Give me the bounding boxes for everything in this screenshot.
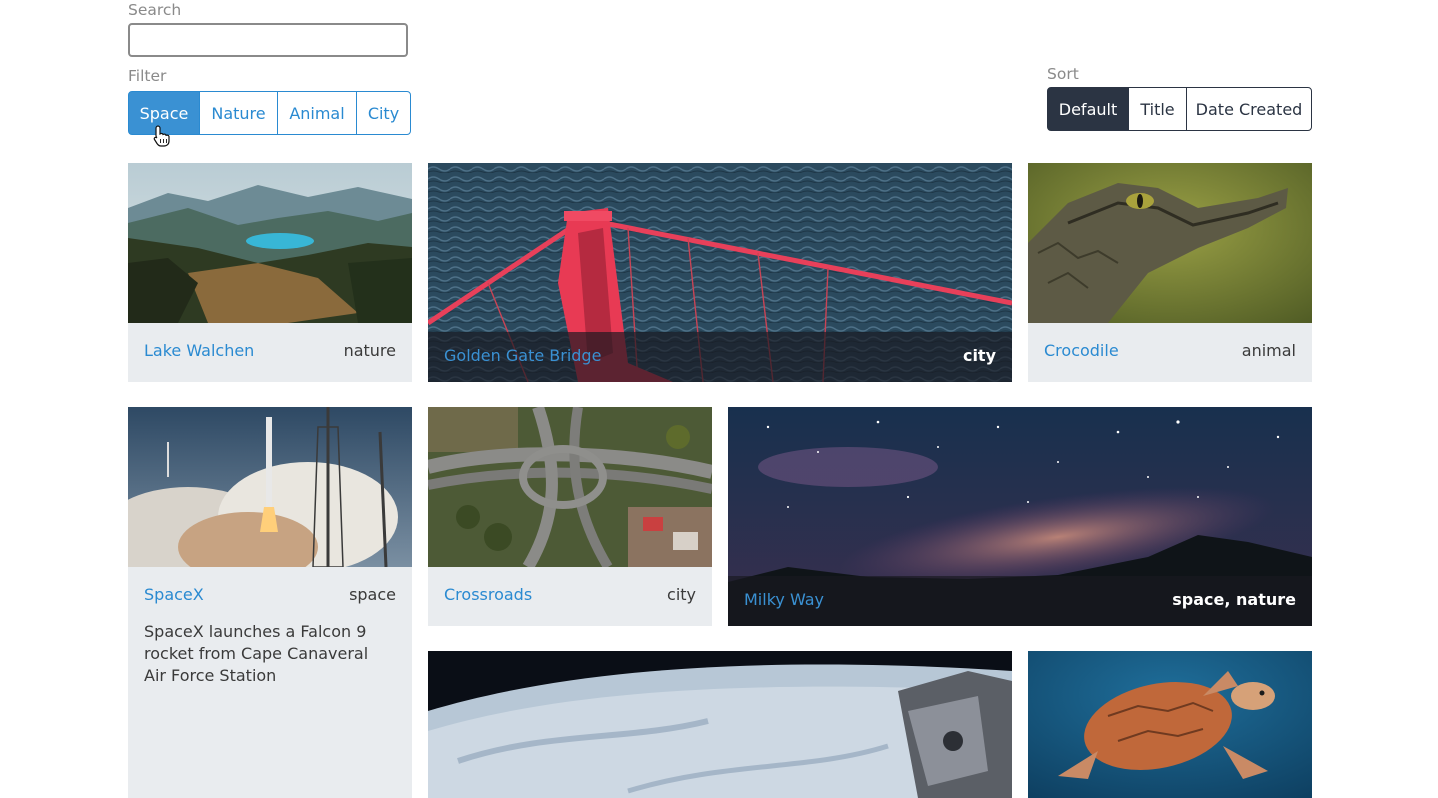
card-tag: animal: [1241, 341, 1296, 360]
gallery-card[interactable]: Milky Way space, nature: [728, 407, 1312, 626]
filter-nature-button[interactable]: Nature: [199, 91, 278, 135]
hand-pointer-icon: [153, 125, 170, 147]
sort-date-created-button[interactable]: Date Created: [1186, 87, 1312, 131]
card-tag: city: [667, 585, 696, 604]
filter-city-button[interactable]: City: [356, 91, 411, 135]
card-tag: city: [962, 346, 996, 365]
gallery-card[interactable]: Golden Gate Bridge city: [428, 163, 1012, 382]
card-title[interactable]: SpaceX: [144, 585, 204, 604]
sort-label: Sort: [1047, 65, 1079, 83]
gallery-card[interactable]: SpaceX space SpaceX launches a Falcon 9 …: [128, 407, 412, 798]
card-tag: space, nature: [1172, 590, 1296, 609]
gallery-card[interactable]: Crossroads city: [428, 407, 712, 626]
crossroads-image: [428, 407, 712, 567]
sea-turtle-image: [1028, 651, 1312, 798]
lake-walchen-image: [128, 163, 412, 323]
sort-title-button[interactable]: Title: [1128, 87, 1187, 131]
card-tag: nature: [343, 341, 396, 360]
card-description: SpaceX launches a Falcon 9 rocket from C…: [144, 622, 369, 685]
card-title[interactable]: Golden Gate Bridge: [444, 346, 601, 365]
gallery-card[interactable]: [1028, 651, 1312, 798]
filter-label: Filter: [128, 67, 167, 85]
gallery-card[interactable]: Lake Walchen nature: [128, 163, 412, 382]
gallery-card[interactable]: [428, 651, 1012, 798]
sort-default-button[interactable]: Default: [1047, 87, 1129, 131]
search-label: Search: [128, 1, 182, 19]
card-title[interactable]: Milky Way: [744, 590, 824, 609]
search-input[interactable]: [128, 23, 408, 57]
filter-animal-button[interactable]: Animal: [277, 91, 357, 135]
earth-from-space-image: [428, 651, 1012, 798]
card-title[interactable]: Lake Walchen: [144, 341, 254, 360]
sort-button-group: Default Title Date Created: [1047, 87, 1312, 131]
gallery-card[interactable]: Crocodile animal: [1028, 163, 1312, 382]
crocodile-image: [1028, 163, 1312, 323]
card-tag: space: [349, 585, 396, 604]
card-title[interactable]: Crocodile: [1044, 341, 1119, 360]
card-title[interactable]: Crossroads: [444, 585, 532, 604]
spacex-launch-image: [128, 407, 412, 567]
